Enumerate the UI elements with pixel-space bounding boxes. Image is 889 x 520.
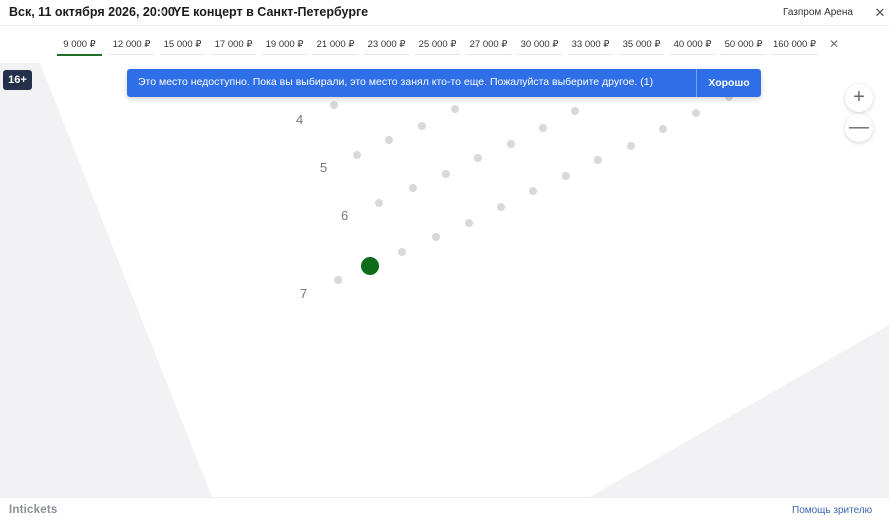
seat-row-4 (330, 93, 733, 144)
intickets-logo[interactable]: Intickets (9, 504, 57, 516)
venue-name: Газпром Арена (783, 7, 853, 18)
seat[interactable] (507, 140, 515, 148)
top-bar: Вск, 11 октября 2026, 20:00 • YE концерт… (0, 0, 889, 26)
price-filter-9000[interactable]: 9 000 ₽ (57, 39, 102, 56)
seat-row-7 (334, 233, 440, 284)
seat-row-5 (353, 140, 635, 164)
seat[interactable] (432, 233, 440, 241)
seat[interactable] (562, 172, 570, 180)
help-link[interactable]: Помощь зрителю (792, 505, 872, 516)
ok-button[interactable]: Хорошо (697, 69, 761, 97)
zoom-out-button[interactable]: — (845, 114, 873, 142)
price-filter-19000[interactable]: 19 000 ₽ (262, 39, 307, 55)
event-date: Вск, 11 октября 2026, 20:00 (9, 5, 175, 19)
price-filter-33000[interactable]: 33 000 ₽ (568, 39, 613, 55)
price-filter-50000[interactable]: 50 000 ₽ (721, 39, 766, 55)
seat[interactable] (353, 151, 361, 159)
seat-map-canvas (0, 63, 889, 497)
price-filter-15000[interactable]: 15 000 ₽ (160, 39, 205, 55)
zoom-in-button[interactable]: + (845, 84, 873, 112)
section-right (590, 325, 889, 497)
price-filter-23000[interactable]: 23 000 ₽ (364, 39, 409, 55)
price-filter-17000[interactable]: 17 000 ₽ (211, 39, 256, 55)
seat[interactable] (539, 124, 547, 132)
clear-filter-icon[interactable]: ✕ (826, 36, 842, 52)
price-filter-21000[interactable]: 21 000 ₽ (313, 39, 358, 55)
price-filter-bar: 9 000 ₽ 12 000 ₽ 15 000 ₽ 17 000 ₽ 19 00… (0, 27, 889, 63)
seat[interactable] (442, 170, 450, 178)
seat[interactable] (465, 219, 473, 227)
price-filter-12000[interactable]: 12 000 ₽ (109, 39, 154, 55)
event-title: YE концерт в Санкт-Петербурге (173, 5, 369, 19)
seat[interactable] (398, 248, 406, 256)
seat[interactable] (375, 199, 383, 207)
age-rating-badge: 16+ (3, 70, 32, 90)
seat-unavailable-notification: Это место недоступно. Пока вы выбирали, … (127, 69, 761, 97)
seat[interactable] (418, 122, 426, 130)
price-filter-160000[interactable]: 160 000 ₽ (771, 39, 818, 55)
seat[interactable] (497, 203, 505, 211)
seat[interactable] (334, 276, 342, 284)
seat[interactable] (451, 105, 459, 113)
price-filter-40000[interactable]: 40 000 ₽ (670, 39, 715, 55)
seat[interactable] (385, 136, 393, 144)
seat[interactable] (692, 109, 700, 117)
seat[interactable] (594, 156, 602, 164)
separator-dot: • (160, 5, 165, 19)
seat[interactable] (529, 187, 537, 195)
seat-row-6 (375, 170, 570, 227)
price-filter-30000[interactable]: 30 000 ₽ (517, 39, 562, 55)
row-label-6: 6 (341, 208, 349, 223)
section-left (0, 63, 212, 497)
seat[interactable] (659, 125, 667, 133)
seat[interactable] (330, 101, 338, 109)
close-icon[interactable]: ✕ (871, 4, 889, 22)
price-filter-35000[interactable]: 35 000 ₽ (619, 39, 664, 55)
seat[interactable] (627, 142, 635, 150)
selected-seat[interactable] (361, 257, 379, 275)
seat[interactable] (571, 107, 579, 115)
row-label-5: 5 (320, 160, 328, 175)
price-filter-27000[interactable]: 27 000 ₽ (466, 39, 511, 55)
seat[interactable] (409, 184, 417, 192)
row-label-7: 7 (300, 286, 308, 301)
footer: Intickets Помощь зрителю (0, 497, 889, 520)
price-filter-25000[interactable]: 25 000 ₽ (415, 39, 460, 55)
seat[interactable] (474, 154, 482, 162)
seat-map[interactable]: 4 5 6 7 (0, 63, 889, 497)
notification-message: Это место недоступно. Пока вы выбирали, … (138, 76, 654, 88)
row-label-4: 4 (296, 112, 304, 127)
